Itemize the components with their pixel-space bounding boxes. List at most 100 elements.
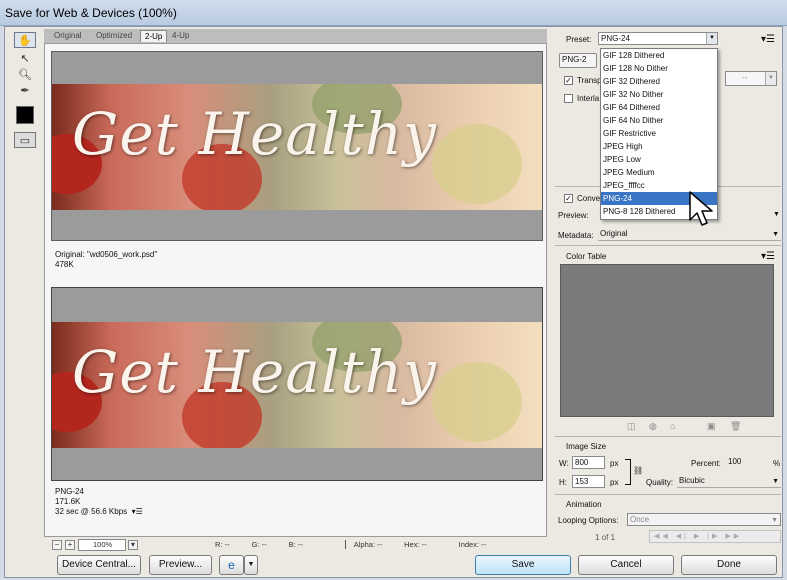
zoom-tool-icon[interactable]: 🔍︎ xyxy=(14,66,36,82)
lock-color-icon[interactable]: ◍ xyxy=(649,421,657,432)
browser-icon[interactable]: e xyxy=(219,555,244,575)
height-value: 153 xyxy=(575,477,589,486)
percent-input[interactable]: 100 xyxy=(726,456,766,469)
eyedropper-tool-icon[interactable]: ✒ xyxy=(14,82,36,98)
tab-4-up[interactable]: 4-Up xyxy=(168,30,193,42)
preset-menu-item[interactable]: GIF 64 No Dither xyxy=(601,114,717,127)
looping-select[interactable]: Once ▼ xyxy=(627,513,781,526)
device-central-button[interactable]: Device Central... xyxy=(57,555,141,575)
preset-menu-item[interactable]: GIF Restrictive xyxy=(601,127,717,140)
tab-optimized[interactable]: Optimized xyxy=(92,30,136,42)
interlaced-label: Interla xyxy=(577,94,600,103)
play-icon[interactable]: ▶ xyxy=(694,533,702,540)
format-select[interactable]: PNG-2 xyxy=(559,53,597,68)
panel-menu-icon[interactable]: ▾☰ xyxy=(761,34,775,45)
first-frame-icon[interactable]: ◀◀ xyxy=(654,533,671,540)
zoom-dropdown-icon[interactable]: ▾ xyxy=(128,539,138,550)
zoom-out-icon[interactable]: − xyxy=(52,539,62,550)
save-button[interactable]: Save xyxy=(475,555,571,575)
view-tabs: Original Optimized 2-Up 4-Up xyxy=(44,29,547,43)
chevron-down-icon: ▼ xyxy=(765,72,776,85)
optimized-format: PNG-24 xyxy=(55,487,84,496)
index-readout: Index: -- xyxy=(458,540,487,549)
format-value: PNG-2 xyxy=(562,55,587,64)
looping-label: Looping Options: xyxy=(558,516,619,525)
transparency-label: Transp xyxy=(577,76,602,85)
width-input[interactable]: 800 xyxy=(572,456,605,469)
download-speed-menu-icon[interactable]: ▾☰ xyxy=(132,507,143,516)
add-color-icon[interactable]: ⌂ xyxy=(670,421,675,431)
mouse-cursor-icon xyxy=(689,191,713,226)
animation-title: Animation xyxy=(566,500,602,509)
web-shift-icon[interactable]: ◫ xyxy=(627,421,636,432)
preset-menu-item[interactable]: GIF 32 No Dither xyxy=(601,88,717,101)
original-image-text: Get Healthy xyxy=(72,100,437,168)
original-preview[interactable]: Get Healthy xyxy=(51,51,543,241)
zoom-in-icon[interactable]: + xyxy=(65,539,75,550)
download-time: 32 sec @ 56.6 Kbps xyxy=(55,507,128,516)
previous-frame-icon[interactable]: ◀| xyxy=(676,533,689,540)
browser-dropdown-icon[interactable]: ▼ xyxy=(244,555,258,575)
preset-menu-item[interactable]: GIF 128 Dithered xyxy=(601,49,717,62)
metadata-label: Metadata: xyxy=(558,231,594,240)
height-input[interactable]: 153 xyxy=(572,475,605,488)
preset-select[interactable]: PNG-24 ▼ xyxy=(598,32,718,45)
quality-value: Bicubic xyxy=(679,476,705,485)
trash-icon[interactable]: 🗑︎ xyxy=(730,421,741,432)
preset-menu-item[interactable]: GIF 128 No Dither xyxy=(601,62,717,75)
optimized-image-text: Get Healthy xyxy=(72,338,437,406)
width-value: 800 xyxy=(575,458,589,467)
tab-original[interactable]: Original xyxy=(50,30,86,42)
hand-tool-icon[interactable]: ✋ xyxy=(14,32,36,48)
chain-link-icon[interactable]: ⛓ xyxy=(633,466,643,475)
matte-select[interactable]: -- ▼ xyxy=(725,71,777,86)
tab-2-up[interactable]: 2-Up xyxy=(140,30,168,42)
height-unit: px xyxy=(610,478,619,487)
interlaced-checkbox[interactable] xyxy=(564,94,573,103)
chevron-down-icon[interactable]: ▼ xyxy=(773,211,780,218)
color-table xyxy=(560,264,774,417)
color-table-menu-icon[interactable]: ▾☰ xyxy=(761,251,775,262)
optimized-size: 171.6K xyxy=(55,497,81,506)
preset-menu-item[interactable]: GIF 64 Dithered xyxy=(601,101,717,114)
preview-button[interactable]: Preview... xyxy=(149,555,212,575)
toggle-slices-icon[interactable]: ▭ xyxy=(14,132,36,148)
preset-menu-item[interactable]: JPEG Low xyxy=(601,153,717,166)
metadata-select[interactable]: Original ▼ xyxy=(598,228,781,241)
optimized-image: Get Healthy xyxy=(52,322,542,448)
preset-menu-item[interactable]: GIF 32 Dithered xyxy=(601,75,717,88)
image-size-title: Image Size xyxy=(566,442,607,451)
matte-value: -- xyxy=(742,73,748,82)
zoom-level-select[interactable]: 100% xyxy=(78,538,126,551)
last-frame-icon[interactable]: ▶▶ xyxy=(725,533,742,540)
chevron-down-icon: ▼ xyxy=(772,231,779,238)
preset-menu-item[interactable]: JPEG High xyxy=(601,140,717,153)
done-button[interactable]: Done xyxy=(681,555,777,575)
preset-value: PNG-24 xyxy=(601,34,630,43)
status-bar: − + 100% ▾ R: -- G: -- B: -- Alpha: -- H… xyxy=(44,537,547,552)
green-readout: G: -- xyxy=(251,540,267,549)
alpha-readout: Alpha: -- xyxy=(344,540,382,549)
quality-select[interactable]: Bicubic ▼ xyxy=(677,475,781,488)
frame-counter: 1 of 1 xyxy=(595,533,616,542)
next-frame-icon[interactable]: |▶ xyxy=(707,533,720,540)
red-readout: R: -- xyxy=(215,540,230,549)
preset-menu-item[interactable]: JPEG Medium xyxy=(601,166,717,179)
eyedropper-color-swatch[interactable] xyxy=(16,106,34,124)
chevron-down-icon: ▼ xyxy=(772,478,779,485)
optimized-preview[interactable]: Get Healthy xyxy=(51,287,543,481)
original-size: 478K xyxy=(55,260,74,269)
optimized-info: PNG-24 171.6K 32 sec @ 56.6 Kbps ▾☰ xyxy=(55,487,143,517)
quality-label: Quality: xyxy=(646,478,674,487)
chevron-down-icon: ▼ xyxy=(706,33,717,44)
convert-srgb-checkbox[interactable]: ✓ xyxy=(564,194,573,203)
cancel-button[interactable]: Cancel xyxy=(578,555,674,575)
preset-label: Preset: xyxy=(566,35,592,44)
preview-pane: Get Healthy Original: "wd0506_work.psd" … xyxy=(44,43,547,537)
original-filename: Original: "wd0506_work.psd" xyxy=(55,250,158,259)
color-table-title: Color Table xyxy=(566,252,607,261)
preview-label: Preview: xyxy=(558,211,589,220)
new-color-icon[interactable]: ▣ xyxy=(707,421,716,432)
transparency-checkbox[interactable]: ✓ xyxy=(564,76,573,85)
slice-select-tool-icon[interactable]: ↖ xyxy=(14,50,36,66)
